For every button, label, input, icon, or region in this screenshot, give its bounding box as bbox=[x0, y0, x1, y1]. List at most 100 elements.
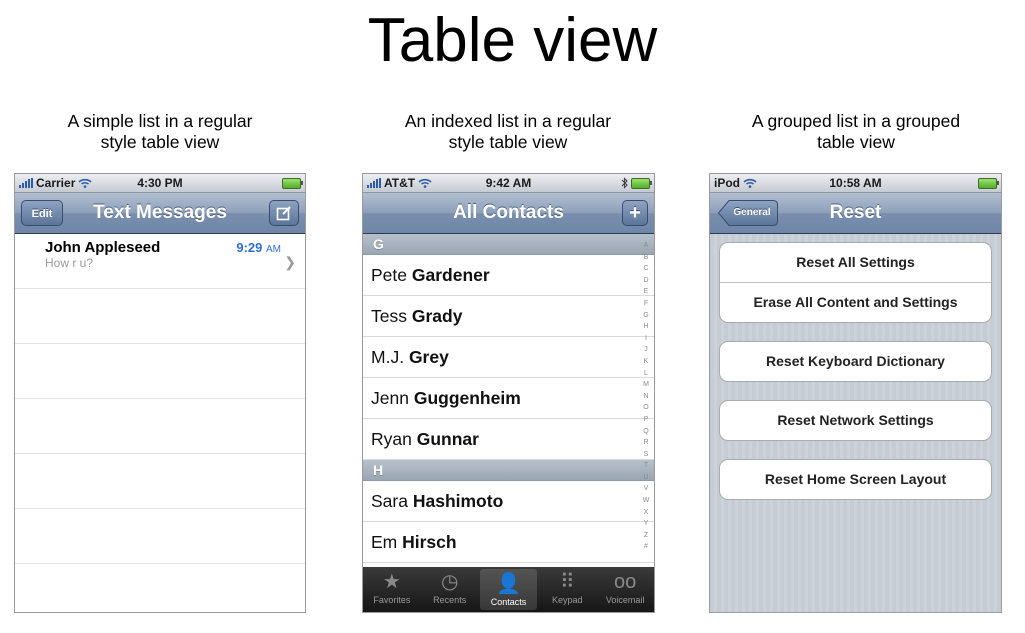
status-bar: Carrier 4:30 PM bbox=[15, 174, 305, 193]
index-letter[interactable]: R bbox=[641, 437, 651, 449]
index-letter[interactable]: M bbox=[641, 379, 651, 391]
caption-line: style table view bbox=[100, 132, 220, 152]
index-letter[interactable]: K bbox=[641, 356, 651, 368]
index-letter[interactable]: H bbox=[641, 321, 651, 333]
tab-contacts[interactable]: 👤 Contacts bbox=[479, 569, 538, 610]
reset-all-settings-button[interactable]: Reset All Settings bbox=[720, 243, 991, 282]
status-time: 4:30 PM bbox=[137, 176, 183, 190]
favorites-tab-icon: ★ bbox=[382, 571, 401, 593]
empty-row bbox=[15, 454, 305, 509]
index-letter[interactable]: Q bbox=[641, 426, 651, 438]
contact-first-name: Jenn bbox=[371, 388, 409, 408]
contact-last-name: Grady bbox=[411, 306, 463, 326]
reset-keyboard-dictionary-button[interactable]: Reset Keyboard Dictionary bbox=[720, 342, 991, 381]
list-item[interactable]: John Appleseed 9:29 AM How r u? ❯ bbox=[15, 234, 305, 289]
recents-tab-icon: ◷ bbox=[440, 571, 459, 593]
index-letter[interactable]: N bbox=[641, 391, 651, 403]
index-letter[interactable]: D bbox=[641, 275, 651, 287]
message-time: 9:29 AM bbox=[236, 240, 281, 255]
nav-bar: All Contacts + bbox=[363, 193, 654, 234]
contact-first-name: Sara bbox=[371, 491, 408, 511]
list-item[interactable]: M.J. Grey bbox=[363, 337, 654, 378]
contact-last-name: Grey bbox=[408, 347, 449, 367]
compose-button[interactable] bbox=[269, 200, 299, 226]
compose-icon bbox=[276, 206, 291, 221]
section-header: H bbox=[363, 460, 654, 481]
nav-title: Reset bbox=[829, 202, 882, 223]
list-item[interactable]: Tess Grady bbox=[363, 296, 654, 337]
index-letter[interactable]: I bbox=[641, 333, 651, 345]
contact-first-name: Em bbox=[371, 532, 398, 552]
erase-all-content-button[interactable]: Erase All Content and Settings bbox=[720, 282, 991, 322]
message-sender: John Appleseed bbox=[45, 239, 161, 256]
index-letter[interactable]: C bbox=[641, 263, 651, 275]
caption-line: style table view bbox=[448, 132, 568, 152]
index-letter[interactable]: J bbox=[641, 344, 651, 356]
bluetooth-icon bbox=[621, 177, 628, 189]
battery-icon bbox=[978, 178, 999, 189]
tab-recents[interactable]: ◷ Recents bbox=[421, 567, 479, 612]
index-letter[interactable]: F bbox=[641, 298, 651, 310]
tab-voicemail[interactable]: oo Voicemail bbox=[596, 567, 654, 612]
message-time-ampm: AM bbox=[266, 244, 281, 255]
tab-keypad[interactable]: ⠿ Keypad bbox=[538, 567, 596, 612]
contact-first-name: M.J. bbox=[371, 347, 405, 367]
group-network: Reset Network Settings bbox=[719, 400, 992, 441]
index-letter[interactable]: U bbox=[641, 472, 651, 484]
nav-title: Text Messages bbox=[93, 202, 227, 223]
contact-last-name: Gunnar bbox=[416, 429, 479, 449]
caption-indexed-list: An indexed list in a regular style table… bbox=[358, 111, 658, 153]
list-item[interactable]: Sara Hashimoto bbox=[363, 481, 654, 522]
empty-row bbox=[15, 509, 305, 564]
group-reset-all: Reset All Settings Erase All Content and… bbox=[719, 242, 992, 323]
keypad-tab-icon: ⠿ bbox=[559, 571, 575, 593]
index-letter[interactable]: O bbox=[641, 402, 651, 414]
tab-label: Recents bbox=[433, 595, 467, 605]
empty-row bbox=[15, 344, 305, 399]
index-letter[interactable]: X bbox=[641, 507, 651, 519]
index-letter[interactable]: E bbox=[641, 286, 651, 298]
index-letter[interactable]: # bbox=[641, 541, 651, 553]
add-contact-button[interactable]: + bbox=[622, 200, 648, 226]
index-letter[interactable]: W bbox=[641, 495, 651, 507]
caption-line: An indexed list in a regular bbox=[404, 111, 612, 131]
status-time: 10:58 AM bbox=[829, 176, 882, 190]
index-letter[interactable]: G bbox=[641, 310, 651, 322]
empty-row bbox=[15, 564, 305, 612]
index-letter[interactable]: Y bbox=[641, 518, 651, 530]
caption-line: A simple list in a regular bbox=[67, 111, 253, 131]
list-item[interactable]: Ryan Gunnar bbox=[363, 419, 654, 460]
index-letter[interactable]: A bbox=[641, 240, 651, 252]
index-letter[interactable]: L bbox=[641, 368, 651, 380]
reset-home-screen-layout-button[interactable]: Reset Home Screen Layout bbox=[720, 460, 991, 499]
status-time: 9:42 AM bbox=[485, 176, 532, 190]
list-item[interactable]: Em Hirsch bbox=[363, 522, 654, 563]
section-index[interactable]: A B C D E F G H I J K L M N O P Q R S T U V W X Y Z # bbox=[641, 240, 651, 553]
index-letter[interactable]: P bbox=[641, 414, 651, 426]
index-letter[interactable]: B bbox=[641, 252, 651, 264]
phone-simple-list: Carrier 4:30 PM Edit Text Messages John … bbox=[14, 173, 306, 613]
list-item[interactable]: Pete Gardener bbox=[363, 255, 654, 296]
index-letter[interactable]: S bbox=[641, 449, 651, 461]
contact-first-name: Tess bbox=[371, 306, 407, 326]
nav-bar: Edit Text Messages bbox=[15, 193, 305, 234]
grouped-table: Reset All Settings Erase All Content and… bbox=[710, 234, 1001, 612]
battery-icon bbox=[631, 178, 652, 189]
list-item[interactable]: Jenn Guggenheim bbox=[363, 378, 654, 419]
contacts-tab-icon: 👤 bbox=[496, 573, 521, 595]
tab-label: Favorites bbox=[373, 595, 411, 605]
page-title: Table view bbox=[367, 6, 658, 75]
caption-simple-list: A simple list in a regular style table v… bbox=[10, 111, 310, 153]
status-bar: iPod 10:58 AM bbox=[710, 174, 1001, 193]
contact-first-name: Pete bbox=[371, 265, 407, 285]
empty-row bbox=[15, 289, 305, 344]
index-letter[interactable]: Z bbox=[641, 530, 651, 542]
message-preview: How r u? bbox=[45, 256, 94, 270]
contact-last-name: Hirsch bbox=[402, 532, 457, 552]
nav-bar: General Reset bbox=[710, 193, 1001, 234]
tab-favorites[interactable]: ★ Favorites bbox=[363, 567, 421, 612]
reset-network-settings-button[interactable]: Reset Network Settings bbox=[720, 401, 991, 440]
index-letter[interactable]: T bbox=[641, 460, 651, 472]
index-letter[interactable]: V bbox=[641, 483, 651, 495]
chevron-right-icon: ❯ bbox=[284, 254, 296, 270]
